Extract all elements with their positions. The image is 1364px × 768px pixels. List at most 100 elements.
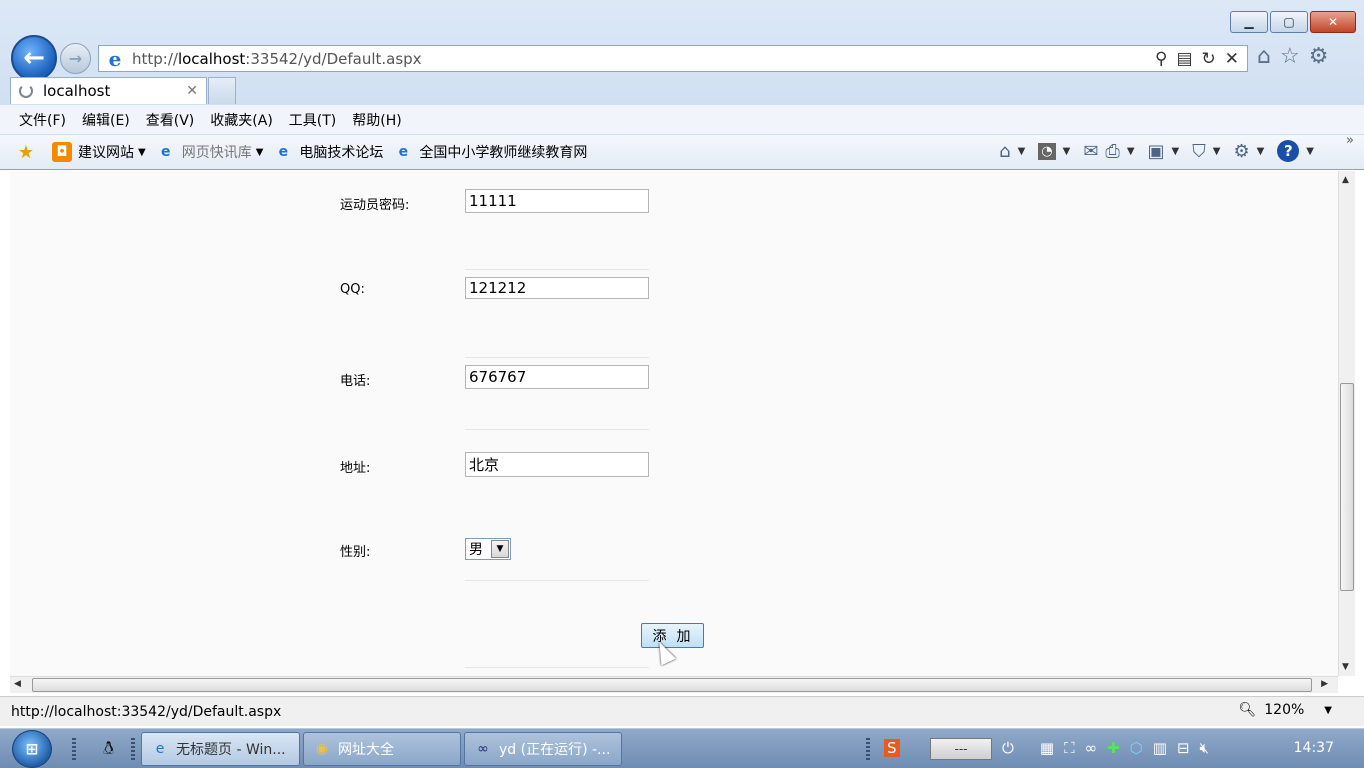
favorites-button[interactable]: ★ [16, 141, 42, 163]
vertical-scrollbar[interactable]: ▲ ▼ [1338, 171, 1355, 676]
taskbar-grip[interactable] [131, 738, 135, 760]
zoom-control[interactable]: 🔍︎ 120% ▼ [1238, 702, 1332, 718]
fav-web-slice[interactable]: e 网页快讯库 ▼ [156, 142, 264, 162]
home-cmd-icon[interactable]: ⌂ [999, 141, 1010, 162]
stop-icon[interactable]: ✕ [1225, 49, 1239, 69]
taskbar-grip[interactable] [866, 738, 870, 760]
favorites-add-star-icon: ★ [17, 141, 35, 163]
gender-select[interactable]: 男 ▼ [465, 538, 511, 560]
menu-file[interactable]: 文件(F) [19, 110, 66, 130]
page-icon[interactable]: ▣ [1148, 141, 1165, 162]
rss-feed-icon[interactable]: ◔ [1038, 142, 1056, 160]
gender-label: 性别: [340, 545, 371, 560]
scroll-right-icon[interactable]: ▶ [1321, 679, 1328, 689]
browser-globe-icon: ◉ [315, 741, 329, 757]
system-tray: ⏻ ▦ ⛶ ∞ ✚ ⬡ ▥ ⊟ 🔇︎ [1002, 739, 1209, 757]
chevron-down-icon[interactable]: ▼ [1257, 146, 1265, 157]
fav-suggested-sites[interactable]: ◘ 建议网站 ▼ [52, 142, 146, 162]
tab-close-icon[interactable]: ✕ [186, 83, 206, 99]
close-window-button[interactable]: ✕ [1310, 11, 1356, 33]
sogou-ime-icon[interactable]: S [884, 739, 900, 757]
qq-input[interactable]: 121212 [465, 277, 649, 299]
menu-tools[interactable]: 工具(T) [289, 110, 336, 130]
print-icon[interactable]: ⎙ [1105, 141, 1119, 162]
minimize-button[interactable]: ▁ [1230, 11, 1268, 33]
task-visual-studio[interactable]: ∞ yd (正在运行) -... [464, 732, 622, 766]
vs-tray-icon[interactable]: ∞ [1085, 739, 1098, 757]
status-bar: http://localhost:33542/yd/Default.aspx 🔍… [0, 696, 1364, 726]
menu-help[interactable]: 帮助(H) [352, 110, 401, 130]
ime-status[interactable]: --- [930, 738, 992, 760]
qq-penguin-icon[interactable]: 🐧︎ [103, 738, 114, 761]
menu-favorites[interactable]: 收藏夹(A) [210, 110, 273, 130]
cube-icon[interactable]: ⬡ [1130, 739, 1143, 757]
horizontal-scrollbar[interactable]: ◀ ▶ [10, 676, 1338, 693]
chevron-down-icon[interactable]: ▼ [1063, 146, 1071, 157]
add-button[interactable]: 添加 [641, 623, 704, 648]
safety-shield-icon[interactable]: ⛉ [1192, 141, 1206, 162]
chevron-down-icon[interactable]: ▼ [1127, 146, 1135, 157]
fav-teacher-edu[interactable]: e 全国中小学教师继续教育网 [393, 142, 588, 162]
address-label: 地址: [340, 461, 371, 476]
mail-icon[interactable]: ✉ [1083, 141, 1098, 162]
address-bar[interactable]: e http://localhost:33542/yd/Default.aspx… [98, 45, 1248, 72]
vertical-scroll-thumb[interactable] [1340, 383, 1354, 591]
network-share-icon[interactable]: ⛶ [1064, 739, 1075, 757]
device-icon[interactable]: ▥ [1153, 739, 1167, 757]
back-button[interactable]: ← [11, 35, 57, 81]
chevron-down-icon: ▼ [255, 146, 264, 158]
menu-edit[interactable]: 编辑(E) [82, 110, 130, 130]
tab-title: localhost [43, 82, 111, 100]
clock[interactable]: 14:37 [1294, 740, 1334, 756]
scroll-down-icon[interactable]: ▼ [1342, 662, 1349, 672]
menu-view[interactable]: 查看(V) [146, 110, 195, 130]
chevron-down-icon[interactable]: ▼ [1213, 146, 1221, 157]
chevron-down-icon[interactable]: ▼ [491, 540, 509, 558]
search-icon[interactable]: ⚲ [1155, 49, 1167, 69]
chevron-down-icon[interactable]: ▼ [1306, 146, 1314, 157]
home-icon[interactable]: ⌂ [1257, 44, 1271, 69]
refresh-icon[interactable]: ↻ [1202, 49, 1216, 69]
tools-gear-icon[interactable]: ⚙ [1233, 141, 1249, 162]
task-url-directory[interactable]: ◉ 网址大全 [303, 732, 461, 766]
address-url[interactable]: http://localhost:33542/yd/Default.aspx [132, 50, 1155, 68]
ie-page-icon: e [398, 144, 409, 160]
chevron-down-icon[interactable]: ▼ [1324, 705, 1332, 716]
tab-localhost[interactable]: localhost ✕ [10, 77, 207, 104]
start-button[interactable]: ⊞ [12, 730, 52, 768]
help-icon[interactable]: ? [1277, 140, 1300, 162]
menu-bar: 文件(F) 编辑(E) 查看(V) 收藏夹(A) 工具(T) 帮助(H) [0, 105, 1364, 134]
network-icon[interactable]: ⊟ [1177, 739, 1190, 757]
volume-muted-icon[interactable]: 🔇︎ [1200, 739, 1209, 757]
loading-spinner-icon [19, 84, 33, 98]
scroll-left-icon[interactable]: ◀ [14, 679, 21, 689]
more-chevron-icon[interactable]: » [1346, 133, 1354, 148]
maximize-button[interactable]: ▢ [1270, 11, 1308, 33]
forward-button[interactable]: → [60, 43, 91, 74]
chevron-down-icon[interactable]: ▼ [1018, 146, 1026, 157]
fav-pc-forum[interactable]: e 电脑技术论坛 [273, 142, 384, 162]
ie-task-icon: e [155, 741, 165, 757]
forward-arrow-icon: → [68, 49, 83, 68]
compat-view-icon[interactable]: ▤ [1176, 49, 1192, 69]
scroll-up-icon[interactable]: ▲ [1342, 175, 1349, 185]
chevron-down-icon[interactable]: ▼ [1172, 146, 1180, 157]
divider [465, 357, 649, 358]
task-untitled-page[interactable]: e 无标题页 - Win... [141, 732, 300, 766]
taskbar-grip[interactable] [72, 738, 76, 760]
horizontal-scroll-thumb[interactable] [32, 678, 1312, 692]
divider [465, 580, 649, 581]
security-plus-icon[interactable]: ✚ [1107, 739, 1120, 757]
qq-label: QQ: [340, 282, 365, 297]
phone-input[interactable]: 676767 [465, 365, 649, 389]
gear-icon[interactable]: ⚙ [1309, 44, 1329, 69]
new-tab-button[interactable] [208, 77, 236, 104]
address-input[interactable]: 北京 [465, 452, 649, 477]
address-host: localhost [177, 49, 246, 68]
divider [465, 269, 649, 270]
chevron-down-icon: ▼ [138, 146, 146, 158]
password-input[interactable]: 11111 [465, 189, 649, 213]
favorites-star-icon[interactable]: ☆ [1280, 44, 1300, 69]
plug-icon[interactable]: ⏻ [1002, 739, 1014, 757]
camera-icon[interactable]: ▦ [1040, 739, 1054, 757]
